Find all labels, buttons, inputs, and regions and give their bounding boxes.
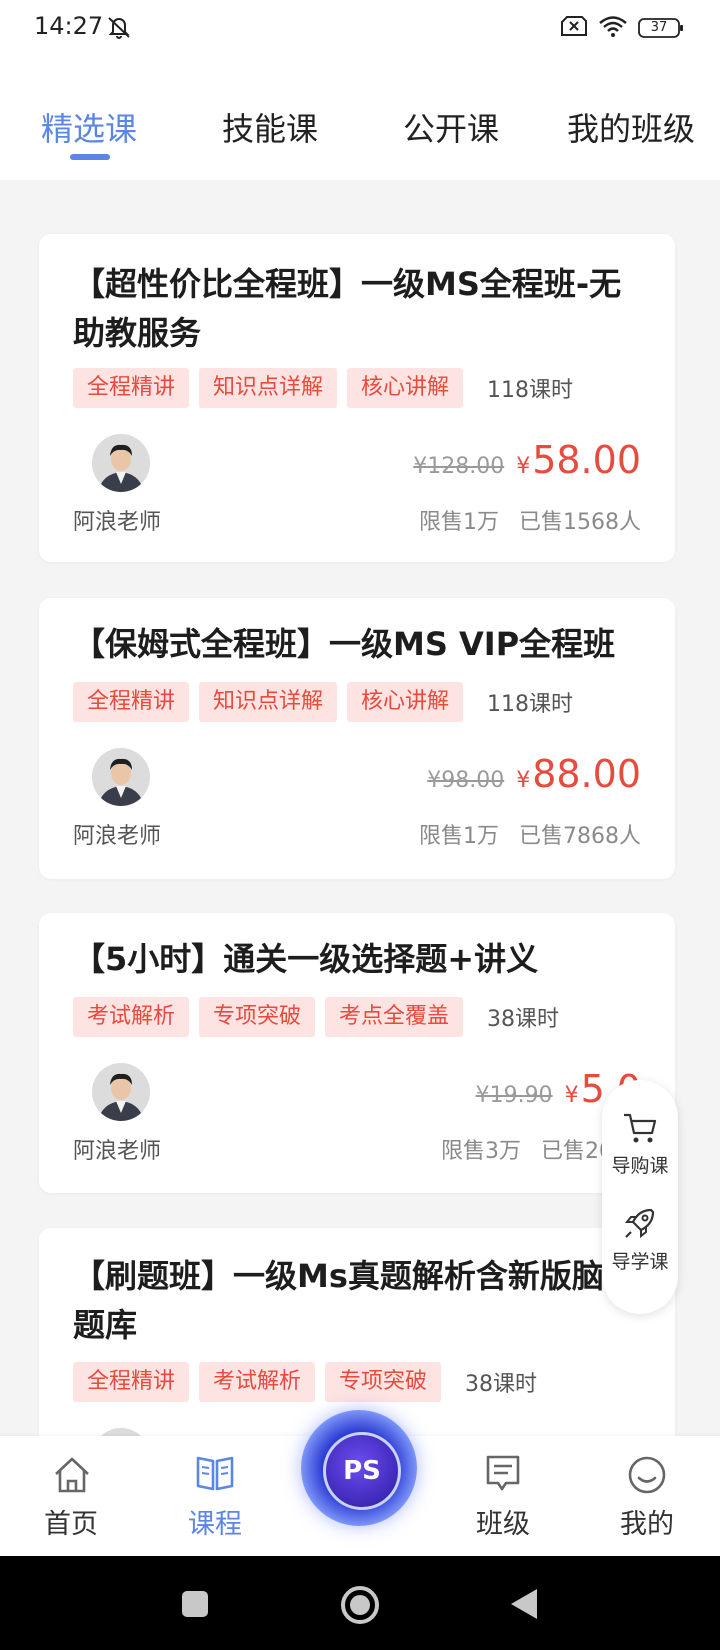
course-tag: 全程精讲 xyxy=(73,1362,190,1402)
original-price: ¥98.00 xyxy=(427,768,505,793)
tab-public[interactable]: 公开课 xyxy=(403,104,499,154)
sales-limit: 限售3万 xyxy=(441,1139,521,1164)
floating-guide-panel: 导购课 导学课 xyxy=(602,1080,678,1314)
sales-info: 限售1万 已售7868人 xyxy=(419,818,641,850)
sales-sold: 已售1568人 xyxy=(519,510,641,535)
system-nav-bar xyxy=(0,1556,720,1650)
back-icon[interactable] xyxy=(507,1586,541,1622)
class-icon xyxy=(486,1455,520,1491)
course-card[interactable]: 【保姆式全程班】一级MS VIP全程班 全程精讲 知识点详解 核心讲解 118课… xyxy=(39,598,675,879)
status-time: 14:27 xyxy=(34,12,104,40)
smile-icon xyxy=(628,1456,666,1494)
course-title: 【保姆式全程班】一级MS VIP全程班 xyxy=(73,625,616,663)
tab-featured[interactable]: 精选课 xyxy=(41,104,137,154)
guide-buy-label: 导购课 xyxy=(611,1155,669,1177)
course-tag: 考试解析 xyxy=(73,997,190,1037)
teacher-name: 阿浪老师 xyxy=(73,1139,162,1164)
sales-limit: 限售1万 xyxy=(419,510,499,535)
price-row: ¥128.00 ¥ 58.00 xyxy=(413,438,641,482)
course-tag: 核心讲解 xyxy=(347,368,464,408)
sales-info: 限售1万 已售1568人 xyxy=(419,504,641,536)
tag-row: 全程精讲 知识点详解 核心讲解 118课时 xyxy=(73,368,573,408)
wifi-icon xyxy=(598,14,628,42)
course-hours: 118课时 xyxy=(487,692,574,717)
ps-logo: PS xyxy=(323,1432,401,1510)
course-tag: 全程精讲 xyxy=(73,682,190,722)
current-price: 58.00 xyxy=(532,438,641,482)
course-title: 【刷题班】一级Ms真题解析含新版脑题库 xyxy=(73,1257,604,1344)
course-tag: 知识点详解 xyxy=(199,682,338,722)
original-price: ¥128.00 xyxy=(413,454,505,479)
sales-limit: 限售1万 xyxy=(419,824,499,849)
course-tag: 专项突破 xyxy=(325,1362,442,1402)
teacher-avatar xyxy=(92,748,150,806)
course-hours: 38课时 xyxy=(465,1372,538,1397)
cart-icon xyxy=(624,1113,657,1143)
current-price: 88.00 xyxy=(532,752,641,796)
rocket-icon xyxy=(624,1208,655,1239)
sim-off-icon xyxy=(560,14,588,42)
course-tag: 考点全覆盖 xyxy=(325,997,464,1037)
course-hours: 38课时 xyxy=(487,1007,560,1032)
top-tabs: 精选课 技能课 公开课 我的班级 xyxy=(0,56,720,180)
sales-sold: 已售7868人 xyxy=(519,824,641,849)
book-icon xyxy=(196,1456,234,1491)
course-card[interactable]: 【超性价比全程班】一级MS全程班-无助教服务 全程精讲 知识点详解 核心讲解 1… xyxy=(39,234,675,562)
course-tag: 核心讲解 xyxy=(347,682,464,722)
course-title: 【5小时】通关一级选择题+讲义 xyxy=(73,940,539,978)
course-hours: 118课时 xyxy=(487,378,574,403)
nav-mine-label: 我的 xyxy=(620,1509,674,1540)
teacher-avatar xyxy=(92,1063,150,1121)
course-tag: 全程精讲 xyxy=(73,368,190,408)
bell-muted-icon xyxy=(104,14,134,44)
home-icon xyxy=(55,1457,89,1493)
guide-buy-button[interactable]: 导购课 xyxy=(602,1110,678,1178)
guide-study-button[interactable]: 导学课 xyxy=(602,1206,678,1274)
battery-icon: 37 xyxy=(638,17,684,39)
original-price: ¥19.90 xyxy=(475,1083,553,1108)
tab-skill[interactable]: 技能课 xyxy=(222,104,318,154)
nav-course-label: 课程 xyxy=(188,1509,242,1540)
teacher-avatar xyxy=(92,434,150,492)
tag-row: 考试解析 专项突破 考点全覆盖 38课时 xyxy=(73,997,559,1037)
teacher-name: 阿浪老师 xyxy=(73,824,162,849)
course-tag: 考试解析 xyxy=(199,1362,316,1402)
tag-row: 全程精讲 考试解析 专项突破 38课时 xyxy=(73,1362,537,1402)
currency-symbol: ¥ xyxy=(516,454,531,479)
ps-center-button[interactable]: PS xyxy=(301,1410,417,1526)
nav-class-label: 班级 xyxy=(476,1509,530,1540)
course-tag: 知识点详解 xyxy=(199,368,338,408)
home-circle-icon[interactable] xyxy=(339,1584,381,1626)
currency-symbol: ¥ xyxy=(564,1083,579,1108)
course-card[interactable]: 【5小时】通关一级选择题+讲义 考试解析 专项突破 考点全覆盖 38课时 阿浪老… xyxy=(39,913,675,1193)
recent-apps-icon[interactable] xyxy=(180,1589,210,1619)
currency-symbol: ¥ xyxy=(516,768,531,793)
tab-indicator xyxy=(70,154,110,160)
tab-my-class[interactable]: 我的班级 xyxy=(567,104,695,154)
status-bar: 14:27 37 xyxy=(0,0,720,56)
teacher-name: 阿浪老师 xyxy=(73,510,162,535)
course-title: 【超性价比全程班】一级MS全程班-无助教服务 xyxy=(73,265,622,352)
battery-level: 37 xyxy=(650,20,668,35)
tag-row: 全程精讲 知识点详解 核心讲解 118课时 xyxy=(73,682,573,722)
nav-home-label: 首页 xyxy=(44,1509,98,1540)
price-row: ¥98.00 ¥ 88.00 xyxy=(427,752,641,796)
guide-study-label: 导学课 xyxy=(611,1251,669,1273)
course-tag: 专项突破 xyxy=(199,997,316,1037)
